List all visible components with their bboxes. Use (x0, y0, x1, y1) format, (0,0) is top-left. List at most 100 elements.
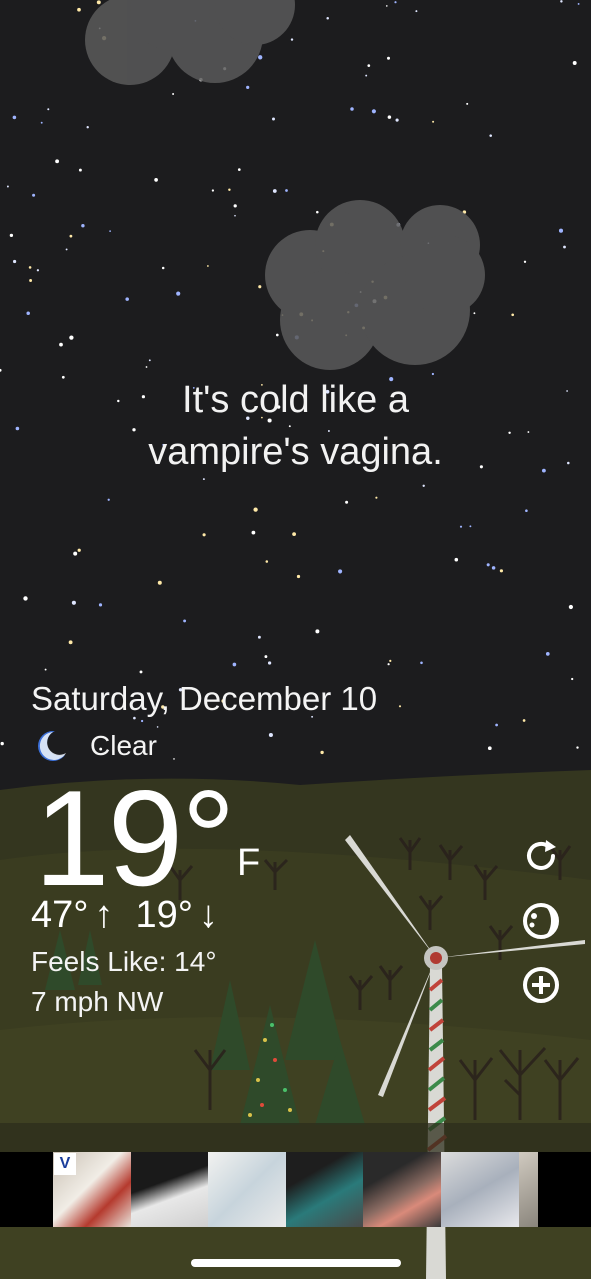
star (367, 64, 371, 67)
star (499, 569, 503, 573)
star (558, 228, 564, 233)
star (65, 248, 68, 251)
star (350, 107, 354, 111)
star (398, 705, 402, 708)
quote-line-2: vampire's vagina. (148, 431, 443, 473)
weather-quote: It's cold like a vampire's vagina. (0, 374, 591, 478)
ad-tile-sneaker-6[interactable] (440, 1152, 519, 1227)
star (454, 557, 459, 562)
star (387, 115, 392, 119)
star (176, 291, 181, 296)
star (157, 580, 162, 585)
star (77, 7, 81, 12)
star (489, 134, 492, 137)
star (78, 168, 82, 172)
star (69, 234, 73, 238)
star (71, 600, 76, 605)
theme-icon[interactable] (520, 900, 562, 942)
star (525, 509, 528, 512)
star (232, 662, 237, 667)
star (345, 500, 349, 504)
star (267, 661, 272, 665)
star (316, 210, 319, 214)
star (228, 188, 231, 191)
star (395, 118, 399, 122)
star (26, 311, 30, 316)
high-arrow-icon: ↑ (94, 894, 114, 936)
refresh-icon[interactable] (520, 835, 562, 877)
star (296, 574, 301, 579)
star (422, 484, 425, 487)
star (36, 269, 40, 272)
star (389, 659, 392, 663)
background-scene (0, 0, 591, 1279)
star (387, 56, 390, 60)
star (47, 108, 50, 111)
star (292, 532, 296, 536)
star (572, 61, 577, 65)
star (563, 245, 566, 249)
star (107, 498, 110, 501)
star (77, 548, 81, 552)
star (275, 333, 279, 337)
star (264, 655, 268, 659)
star (371, 109, 376, 114)
star (268, 732, 273, 738)
star (571, 677, 574, 681)
condition-row: Clear (36, 726, 157, 766)
star (6, 185, 9, 188)
ad-tile-sneaker-5[interactable] (363, 1152, 441, 1227)
star (387, 663, 390, 666)
home-indicator[interactable] (191, 1259, 401, 1267)
star (0, 741, 4, 746)
star (139, 670, 143, 674)
ad-tile-sneaker-4[interactable] (285, 1152, 364, 1227)
quote-line-1: It's cold like a (182, 379, 409, 421)
ad-tile-sneaker-3[interactable] (208, 1152, 286, 1227)
star (246, 85, 250, 90)
star (394, 1, 397, 4)
star (466, 102, 469, 105)
star (44, 668, 47, 671)
star (375, 496, 378, 499)
low-temperature: 19° (135, 894, 193, 936)
star (258, 55, 263, 60)
star (172, 93, 175, 95)
star (202, 533, 206, 537)
star (154, 178, 158, 182)
add-location-icon[interactable] (520, 964, 562, 1006)
ad-banner[interactable] (53, 1152, 538, 1227)
star (68, 640, 73, 645)
star (251, 530, 256, 535)
star (495, 723, 498, 727)
star (161, 266, 165, 270)
star (81, 224, 85, 228)
low-arrow-icon: ↓ (198, 894, 218, 936)
moon-icon (38, 730, 70, 761)
star (206, 265, 209, 267)
star (55, 159, 60, 164)
star (140, 719, 144, 723)
star (576, 746, 579, 749)
star (73, 551, 78, 556)
star (257, 635, 261, 639)
star (487, 746, 492, 751)
star (12, 115, 17, 120)
star (272, 117, 275, 121)
ad-logo[interactable]: V (54, 1153, 76, 1175)
star (577, 2, 580, 5)
star (522, 719, 526, 722)
star (125, 297, 129, 301)
star (523, 260, 527, 263)
ad-tile-sneaker-7[interactable] (518, 1152, 538, 1227)
star (459, 525, 463, 528)
ad-tile-sneaker-2[interactable] (130, 1152, 209, 1227)
star (491, 566, 496, 570)
star (32, 193, 36, 197)
star (109, 230, 111, 232)
star (98, 603, 103, 607)
star (420, 661, 423, 665)
star (156, 726, 159, 728)
star (202, 478, 205, 481)
star (12, 259, 17, 264)
